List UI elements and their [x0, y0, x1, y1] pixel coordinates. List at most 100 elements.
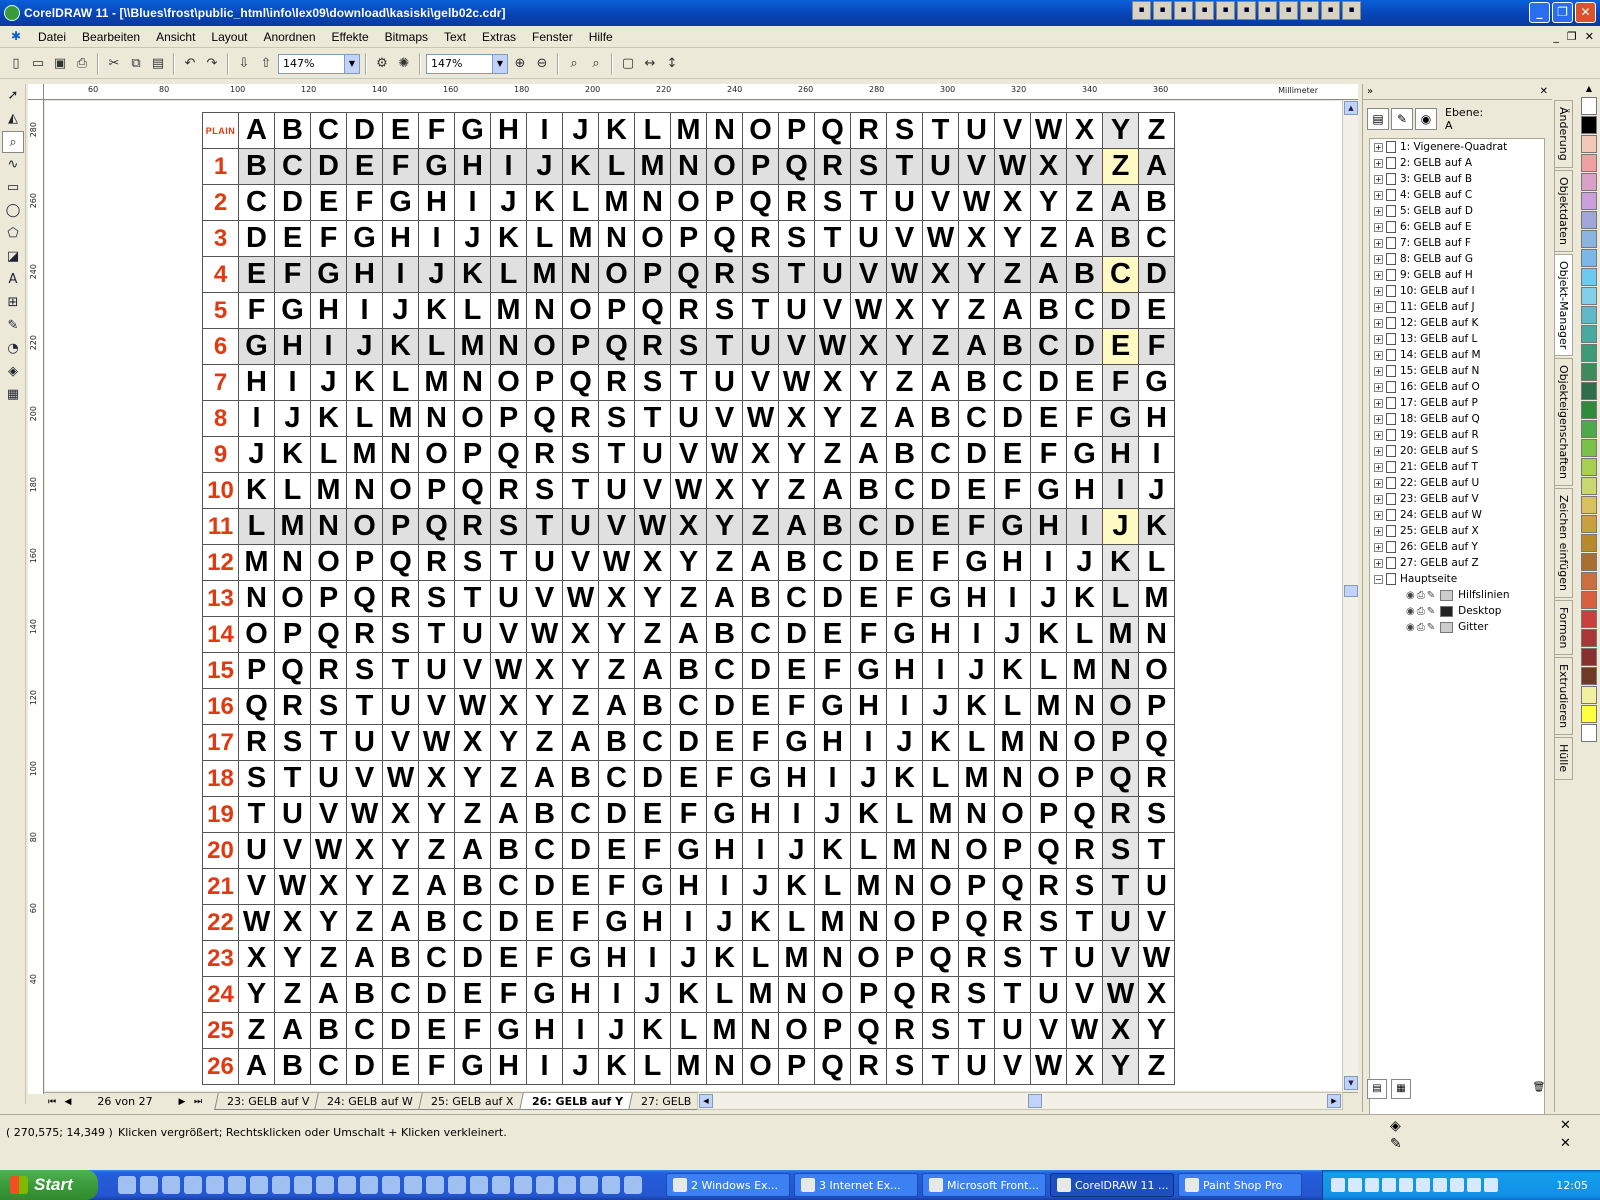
task-button[interactable]: Paint Shop Pro — [1178, 1173, 1302, 1197]
expand-icon[interactable]: + — [1374, 366, 1383, 376]
tray-icon[interactable] — [1450, 1178, 1464, 1192]
app-icon[interactable] — [492, 1176, 510, 1194]
tree-layer-item[interactable]: ◉ ⎙ ✎ Gitter — [1370, 619, 1544, 635]
scroll-left-icon[interactable]: ◀ — [699, 1094, 713, 1108]
paste-icon[interactable]: ▤ — [148, 54, 168, 74]
color-swatch[interactable] — [1581, 135, 1597, 153]
tray-icon[interactable] — [1331, 1178, 1345, 1192]
fill-tool-icon[interactable]: ◈ — [2, 361, 24, 383]
chevron-down-icon[interactable]: ▼ — [492, 54, 507, 73]
show-properties-icon[interactable]: ▤ — [1367, 108, 1389, 130]
outline-tool-icon[interactable]: ◔ — [2, 338, 24, 360]
zoom-selected-icon[interactable]: ⌕ — [564, 54, 584, 74]
tray-icon[interactable] — [1416, 1178, 1430, 1192]
page-tab[interactable]: 27: GELB — [628, 1093, 705, 1110]
color-swatch[interactable] — [1581, 116, 1597, 134]
coreldraw-app-icon[interactable] — [4, 5, 20, 21]
expand-icon[interactable]: + — [1374, 478, 1383, 488]
color-swatch[interactable] — [1581, 173, 1597, 191]
expand-icon[interactable]: + — [1374, 350, 1383, 360]
eye-icon[interactable]: ◉ — [1406, 622, 1415, 633]
color-swatch[interactable] — [1581, 667, 1597, 685]
app-icon[interactable] — [558, 1176, 576, 1194]
tree-page-item[interactable]: +17: GELB auf P — [1370, 395, 1544, 411]
expand-icon[interactable]: + — [1374, 414, 1383, 424]
docker-tab[interactable]: Objektdaten — [1555, 169, 1573, 252]
app-icon[interactable] — [602, 1176, 620, 1194]
scroll-down-icon[interactable]: ▼ — [1344, 1076, 1358, 1090]
expand-icon[interactable]: + — [1374, 238, 1383, 248]
tree-page-item[interactable]: +25: GELB auf X — [1370, 523, 1544, 539]
color-swatch[interactable] — [1581, 477, 1597, 495]
expand-icon[interactable]: + — [1374, 302, 1383, 312]
color-swatch[interactable] — [1581, 154, 1597, 172]
shape-tool-icon[interactable]: ◭ — [2, 108, 24, 130]
color-swatch[interactable] — [1581, 306, 1597, 324]
ie-icon[interactable] — [118, 1176, 136, 1194]
tray-icon[interactable] — [1484, 1178, 1498, 1192]
expand-icon[interactable]: + — [1374, 270, 1383, 280]
tree-page-item[interactable]: +5: GELB auf D — [1370, 203, 1544, 219]
color-swatch[interactable] — [1581, 629, 1597, 647]
scroll-thumb[interactable] — [1344, 585, 1358, 597]
app-icon[interactable] — [316, 1176, 334, 1194]
vertical-scrollbar[interactable]: ▲ ▼ — [1342, 100, 1358, 1091]
cut-icon[interactable]: ✂ — [104, 54, 124, 74]
page-tab[interactable]: 26: GELB auf Y — [518, 1093, 636, 1110]
tree-page-item[interactable]: +20: GELB auf S — [1370, 443, 1544, 459]
zoom-in-icon[interactable]: ⊕ — [510, 54, 530, 74]
pencil-icon[interactable]: ✎ — [1427, 622, 1435, 633]
desktop-icon[interactable] — [140, 1176, 158, 1194]
expand-icon[interactable]: + — [1374, 382, 1383, 392]
excel-icon[interactable]: ▪ — [1237, 1, 1256, 20]
tree-page-item[interactable]: +18: GELB auf Q — [1370, 411, 1544, 427]
next-page-icon[interactable]: ▶ — [174, 1097, 190, 1107]
ruler-origin[interactable] — [28, 84, 44, 100]
zoom-level-select[interactable]: 147% ▼ — [278, 53, 360, 74]
docker-close-icon[interactable]: ✕ — [1540, 86, 1548, 97]
doc-close-button[interactable]: ✕ — [1585, 30, 1594, 43]
close-button[interactable]: ✕ — [1575, 2, 1596, 23]
color-swatch[interactable] — [1581, 249, 1597, 267]
menu-item-anordnen[interactable]: Anordnen — [255, 30, 323, 44]
tray-icon[interactable] — [1399, 1178, 1413, 1192]
tray-icon[interactable] — [1365, 1178, 1379, 1192]
docker-tab[interactable]: Objekteigenschaften — [1555, 357, 1573, 486]
zoom-out-icon[interactable]: ⊖ — [532, 54, 552, 74]
export-icon[interactable]: ⇧ — [256, 54, 276, 74]
task-button[interactable]: Microsoft Front... — [922, 1173, 1046, 1197]
tree-page-item[interactable]: +12: GELB auf K — [1370, 315, 1544, 331]
color-swatch[interactable] — [1581, 705, 1597, 723]
expand-icon[interactable]: + — [1374, 334, 1383, 344]
app-icon[interactable] — [250, 1176, 268, 1194]
layer-manager-view-icon[interactable]: ◉ — [1415, 108, 1437, 130]
zoom-tool-icon[interactable]: ⌕ — [2, 131, 24, 153]
zoom-level-select-2[interactable]: 147% ▼ — [426, 53, 508, 74]
color-swatch[interactable] — [1581, 401, 1597, 419]
color-swatch[interactable] — [1581, 591, 1597, 609]
color-swatch[interactable] — [1581, 325, 1597, 343]
horizontal-scrollbar[interactable]: ◀ ▶ — [697, 1092, 1343, 1110]
expand-icon[interactable]: + — [1374, 318, 1383, 328]
acrobat-icon[interactable]: ▪ — [1300, 1, 1319, 20]
freehand-tool-icon[interactable]: ∿ — [2, 154, 24, 176]
tree-page-item[interactable]: +7: GELB auf F — [1370, 235, 1544, 251]
folder-icon[interactable] — [206, 1176, 224, 1194]
color-swatch[interactable] — [1581, 230, 1597, 248]
tray-icon[interactable] — [1382, 1178, 1396, 1192]
document-icon[interactable]: ✱ — [8, 29, 24, 45]
collapse-icon[interactable]: − — [1374, 574, 1383, 584]
menu-item-bitmaps[interactable]: Bitmaps — [377, 30, 436, 44]
color-swatch[interactable] — [1581, 439, 1597, 457]
application-launcher-icon[interactable]: ⚙ — [372, 54, 392, 74]
tree-page-item[interactable]: +14: GELB auf M — [1370, 347, 1544, 363]
tree-page-item[interactable]: +10: GELB auf I — [1370, 283, 1544, 299]
color-swatch[interactable] — [1581, 420, 1597, 438]
color-swatch[interactable] — [1581, 192, 1597, 210]
pencil-icon[interactable]: ✎ — [1427, 590, 1435, 601]
media-icon[interactable] — [162, 1176, 180, 1194]
tree-layer-item[interactable]: ◉ ⎙ ✎ Hilfslinien — [1370, 587, 1544, 603]
pencil-icon[interactable]: ✎ — [1427, 606, 1435, 617]
tree-page-item[interactable]: +26: GELB auf Y — [1370, 539, 1544, 555]
delete-icon[interactable]: 🗑 — [1529, 1079, 1549, 1099]
